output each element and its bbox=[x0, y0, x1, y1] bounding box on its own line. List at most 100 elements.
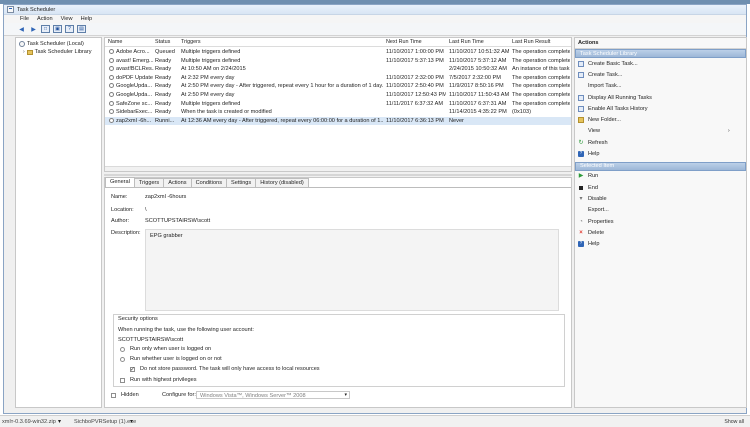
task-status: Runni... bbox=[155, 117, 175, 124]
delete-action[interactable]: × Delete bbox=[575, 227, 746, 238]
chevron-right-icon[interactable]: › bbox=[23, 49, 25, 55]
task-list-horizontal-scrollbar[interactable] bbox=[105, 166, 571, 171]
display-running-tasks-action[interactable]: Display All Running Tasks bbox=[575, 92, 746, 103]
run-whether-logged-on-radio[interactable] bbox=[120, 357, 125, 362]
table-row[interactable]: SidebarExec... Ready When the task is cr… bbox=[105, 108, 571, 117]
action-label: Help bbox=[588, 241, 600, 248]
enable-tasks-history-action[interactable]: Enable All Tasks History bbox=[575, 103, 746, 114]
column-next-run-time[interactable]: Next Run Time bbox=[386, 39, 422, 45]
table-row[interactable]: avast!BCLRes... Ready At 10:50 AM on 2/2… bbox=[105, 65, 571, 74]
library-help-action[interactable]: ? Help bbox=[575, 148, 746, 159]
actions-pane: Actions Task Scheduler Library Create Ba… bbox=[574, 37, 747, 408]
tree-item-task-scheduler-library[interactable]: › Task Scheduler Library bbox=[16, 48, 101, 56]
menu-bar: File Action View Help bbox=[4, 15, 746, 23]
download-item-setup[interactable]: SichboPVRSetup (1).exe bbox=[74, 419, 136, 425]
show-all-downloads-link[interactable]: Show all bbox=[724, 419, 744, 425]
task-triggers: Multiple triggers defined bbox=[181, 57, 241, 64]
hidden-checkbox[interactable] bbox=[111, 393, 116, 398]
chevron-down-icon[interactable]: ▾ bbox=[130, 418, 133, 425]
task-name: zap2xml -6h... bbox=[116, 117, 152, 124]
column-status[interactable]: Status bbox=[155, 39, 170, 45]
task-last-run-result: The operation complete bbox=[512, 74, 570, 81]
column-triggers[interactable]: Triggers bbox=[181, 39, 201, 45]
delete-icon: × bbox=[579, 229, 583, 236]
menu-help[interactable]: Help bbox=[81, 16, 93, 22]
library-section-bar[interactable]: Task Scheduler Library bbox=[575, 49, 746, 58]
chevron-right-icon: › bbox=[728, 128, 730, 135]
highest-privileges-checkbox[interactable] bbox=[120, 378, 125, 383]
configure-for-select[interactable]: Windows Vista™, Windows Server™ 2008 ▾ bbox=[196, 391, 350, 399]
task-next-run-time: 11/11/2017 6:37:32 AM bbox=[386, 100, 444, 107]
refresh-action[interactable]: ↻ Refresh bbox=[575, 137, 746, 148]
chevron-down-icon[interactable]: ▾ bbox=[58, 418, 61, 425]
configure-for-value: Windows Vista™, Windows Server™ 2008 bbox=[200, 393, 306, 399]
table-row[interactable]: avast! Emerg... Ready Multiple triggers … bbox=[105, 57, 571, 66]
tasks-history-icon bbox=[578, 105, 584, 112]
folder-view-icon[interactable]: □ bbox=[41, 25, 50, 33]
tab-conditions[interactable]: Conditions bbox=[190, 178, 227, 187]
task-next-run-time: 11/10/2017 2:32:00 PM bbox=[386, 74, 444, 81]
properties-action[interactable]: ◔ Properties bbox=[575, 216, 746, 227]
column-last-run-result[interactable]: Last Run Result bbox=[512, 39, 550, 45]
table-row-selected[interactable]: zap2xml -6h... Runni... At 12:36 AM ever… bbox=[105, 116, 571, 126]
titlebar: Task Scheduler bbox=[4, 5, 746, 15]
detail-tabs: General Triggers Actions Conditions Sett… bbox=[105, 177, 571, 188]
task-status-icon bbox=[109, 74, 114, 80]
task-status-icon bbox=[109, 83, 114, 89]
end-action[interactable]: End bbox=[575, 182, 746, 193]
location-label: Location: bbox=[111, 207, 134, 213]
column-name[interactable]: Name bbox=[108, 39, 122, 45]
menu-action[interactable]: Action bbox=[37, 16, 53, 22]
help-icon[interactable]: ? bbox=[65, 25, 74, 33]
import-task-action[interactable]: Import Task... bbox=[575, 81, 746, 92]
task-details-pane: General Triggers Actions Conditions Sett… bbox=[104, 177, 572, 408]
toolbar: ◀ ▶ □ ▣ ? ▤ bbox=[4, 23, 746, 36]
do-not-store-password-checkbox[interactable] bbox=[130, 366, 135, 373]
task-last-run-time: 11/10/2017 10:51:32 AM bbox=[449, 49, 509, 55]
tab-settings[interactable]: Settings bbox=[226, 178, 257, 187]
table-row[interactable]: GoogleUpda... Ready At 2:50 PM every day… bbox=[105, 91, 571, 100]
task-last-run-time: 7/5/2017 2:32:00 PM bbox=[449, 74, 501, 81]
pane-splitter[interactable] bbox=[104, 174, 572, 176]
run-action[interactable]: ▶ Run bbox=[575, 171, 746, 182]
run-icon: ▶ bbox=[578, 173, 584, 180]
selected-item-help-action[interactable]: ? Help bbox=[575, 238, 746, 249]
task-status-icon bbox=[109, 66, 114, 72]
tab-history[interactable]: History (disabled) bbox=[255, 178, 309, 187]
task-last-run-result: The operation complete bbox=[512, 100, 570, 107]
create-task-action[interactable]: Create Task... bbox=[575, 69, 746, 80]
tree-item-task-scheduler-local[interactable]: Task Scheduler (Local) bbox=[16, 40, 101, 48]
description-field[interactable]: EPG grabber bbox=[145, 229, 559, 311]
security-options-title: Security options bbox=[118, 316, 158, 322]
tab-actions[interactable]: Actions bbox=[163, 178, 192, 187]
refresh-view-icon[interactable]: ▣ bbox=[53, 25, 62, 33]
table-row[interactable]: GoogleUpda... Ready At 2:50 PM every day… bbox=[105, 82, 571, 91]
menu-file[interactable]: File bbox=[20, 16, 29, 22]
download-item-xmltv[interactable]: xmlт-0.3.69-win32.zip bbox=[2, 419, 56, 425]
running-tasks-icon bbox=[578, 94, 584, 101]
tab-general[interactable]: General bbox=[105, 177, 135, 187]
properties-icon[interactable]: ▤ bbox=[77, 25, 86, 33]
view-action[interactable]: View › bbox=[575, 126, 746, 137]
column-last-run-time[interactable]: Last Run Time bbox=[449, 39, 484, 45]
author-label: Author: bbox=[111, 218, 130, 224]
disable-action[interactable]: ▾ Disable bbox=[575, 193, 746, 204]
tab-triggers[interactable]: Triggers bbox=[133, 178, 165, 187]
selected-item-section-bar[interactable]: Selected Item bbox=[575, 161, 746, 171]
table-row[interactable]: doPDF Update Ready At 2:32 PM every day … bbox=[105, 74, 571, 83]
table-row[interactable]: SafeZone sc... Ready Multiple triggers d… bbox=[105, 100, 571, 109]
task-name: doPDF Update bbox=[116, 74, 154, 81]
task-status: Ready bbox=[155, 109, 172, 116]
create-basic-task-action[interactable]: Create Basic Task... bbox=[575, 58, 746, 69]
export-action[interactable]: Export... bbox=[575, 205, 746, 216]
forward-arrow-icon[interactable]: ▶ bbox=[29, 25, 38, 33]
table-row[interactable]: Adobe Acro... Queued Multiple triggers d… bbox=[105, 48, 571, 57]
action-label: Help bbox=[588, 151, 600, 158]
task-name: SidebarExec... bbox=[116, 109, 153, 116]
back-arrow-icon[interactable]: ◀ bbox=[17, 25, 26, 33]
new-folder-action[interactable]: New Folder... bbox=[575, 114, 746, 125]
task-status: Ready bbox=[155, 100, 172, 107]
menu-view[interactable]: View bbox=[61, 16, 73, 22]
run-only-logged-on-radio[interactable] bbox=[120, 347, 125, 352]
task-last-run-time: 11/9/2017 8:50:16 PM bbox=[449, 83, 504, 90]
